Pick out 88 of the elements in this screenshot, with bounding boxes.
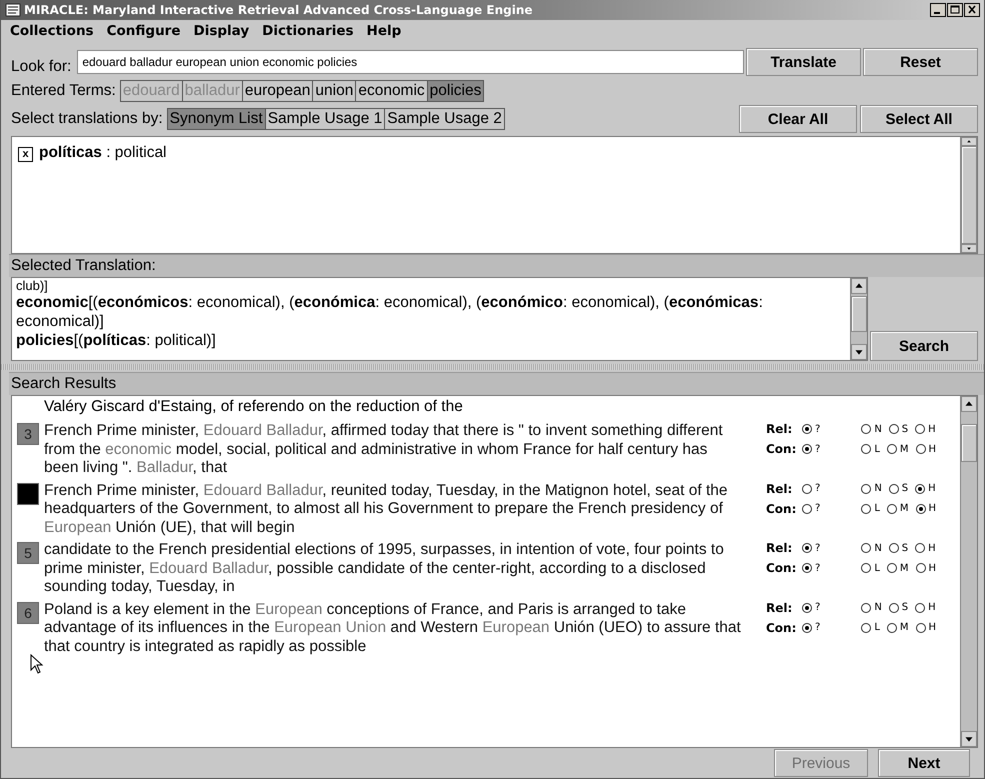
close-icon[interactable] — [964, 3, 980, 17]
action-button[interactable]: Translate — [746, 48, 861, 76]
translation-text: políticas : political — [39, 144, 167, 162]
menu-item[interactable]: Configure — [106, 23, 180, 39]
radio-option[interactable]: M — [886, 444, 909, 454]
radio-option[interactable]: N — [861, 424, 882, 434]
scroll-thumb[interactable] — [961, 146, 977, 244]
scrollbar[interactable] — [850, 278, 867, 360]
translation-line: policies[(políticas: political)] — [16, 331, 217, 350]
scroll-thumb[interactable] — [961, 424, 977, 462]
select-by-label: Select translations by: — [11, 110, 163, 128]
term-tab[interactable]: union — [312, 80, 356, 102]
radio-option[interactable]: S — [888, 483, 908, 494]
judgment-label: Rel: — [766, 600, 794, 614]
result-text: French Prime minister, Edouard Balladur, affirmed today that there is " to invent something different from the economic model, social, political and administrative in whom France for half century has been living ". Balladur, that — [44, 422, 724, 478]
look-for-label: Look for: — [11, 58, 72, 76]
app-icon[interactable] — [5, 2, 21, 18]
action-button[interactable]: Select All — [860, 105, 978, 133]
result-text: Poland is a key element in the European conceptions of France, and Paris is arranged to take advantage of its influences in the European Union and Western European Unión (UEO) to assure that that country is integrated as rapidly as possible — [44, 600, 742, 656]
judgment-label: Con: — [766, 502, 798, 516]
radio-option[interactable]: ? — [802, 483, 820, 494]
scroll-up-icon[interactable] — [851, 278, 867, 294]
result-text: Valéry Giscard d'Estaing, of referendo on the reduction of the — [43, 397, 464, 417]
radio-option[interactable]: M — [886, 562, 909, 574]
section-label: Search Results — [9, 372, 984, 395]
scroll-up-icon[interactable] — [961, 137, 977, 146]
radio-option[interactable]: H — [916, 562, 936, 574]
radio-option[interactable]: H — [915, 542, 936, 554]
result-number[interactable]: 6 — [17, 602, 39, 624]
translation-mode-tab[interactable]: Synonym List — [166, 108, 266, 130]
entered-terms-label: Entered Terms: — [11, 82, 116, 100]
menu-item[interactable]: Display — [194, 23, 250, 39]
menu-item[interactable]: Dictionaries — [262, 23, 354, 39]
judgment-label: Rel: — [766, 422, 794, 436]
scroll-thumb[interactable] — [851, 296, 867, 332]
action-button[interactable]: Clear All — [739, 105, 857, 133]
radio-option[interactable]: ? — [802, 622, 820, 633]
scroll-up-icon[interactable] — [961, 396, 977, 412]
scroll-down-icon[interactable] — [851, 344, 867, 360]
judgment-label: Con: — [766, 561, 798, 575]
radio-option[interactable]: M — [886, 503, 909, 514]
scroll-down-icon[interactable] — [961, 731, 977, 747]
radio-option[interactable]: H — [915, 483, 936, 494]
radio-option[interactable]: ? — [802, 424, 820, 434]
translation-line: club)] — [16, 278, 49, 293]
scroll-down-icon[interactable] — [961, 244, 977, 253]
radio-option[interactable]: ? — [802, 444, 820, 454]
judgment-label: Rel: — [766, 482, 794, 496]
radio-option[interactable]: S — [888, 542, 908, 554]
radio-option[interactable]: N — [861, 602, 882, 613]
result-number[interactable]: 5 — [17, 542, 39, 564]
judgment-label: Con: — [766, 620, 798, 634]
radio-option[interactable]: N — [861, 483, 882, 494]
judgment-label: Con: — [766, 442, 798, 456]
radio-option[interactable]: ? — [802, 562, 820, 574]
action-button[interactable]: Reset — [863, 48, 978, 76]
nav-button[interactable]: Next — [878, 749, 970, 777]
term-tab[interactable]: policies — [426, 80, 484, 102]
radio-option[interactable]: S — [888, 424, 908, 434]
radio-option[interactable]: ? — [802, 503, 820, 514]
radio-option[interactable]: H — [916, 622, 936, 633]
translation-mode-tab[interactable]: Sample Usage 1 — [264, 108, 386, 130]
cursor-icon[interactable] — [30, 654, 44, 674]
scrollbar[interactable] — [960, 396, 977, 747]
minimize-icon[interactable] — [930, 3, 946, 17]
window-title: MIRACLE: Maryland Interactive Retrieval Advanced Cross-Language Engine — [24, 3, 534, 17]
translation-mode-tab[interactable]: Sample Usage 2 — [384, 108, 505, 130]
search-field[interactable]: edouard balladur european union economic policies — [77, 50, 744, 74]
menu-item[interactable]: Collections — [10, 23, 94, 39]
result-number[interactable]: 3 — [17, 423, 39, 445]
radio-option[interactable]: ? — [802, 602, 820, 613]
judgment-label: Rel: — [766, 541, 794, 555]
radio-option[interactable]: H — [915, 602, 936, 613]
menu-item[interactable]: Help — [366, 23, 402, 39]
radio-option[interactable]: S — [888, 602, 908, 613]
radio-option[interactable]: H — [916, 503, 936, 514]
scrollbar[interactable] — [960, 137, 977, 253]
radio-option[interactable]: N — [861, 542, 882, 554]
result-number[interactable] — [17, 482, 39, 504]
radio-option[interactable]: ? — [802, 542, 820, 554]
radio-option[interactable]: H — [916, 444, 936, 454]
search-button[interactable]: Search — [870, 331, 978, 361]
checkbox[interactable]: x — [18, 147, 33, 162]
section-label: Selected Translation: — [9, 254, 984, 277]
radio-option[interactable]: M — [886, 622, 909, 633]
maximize-icon[interactable] — [947, 3, 963, 17]
radio-option[interactable]: H — [915, 424, 936, 434]
term-tab[interactable]: european — [242, 80, 314, 102]
